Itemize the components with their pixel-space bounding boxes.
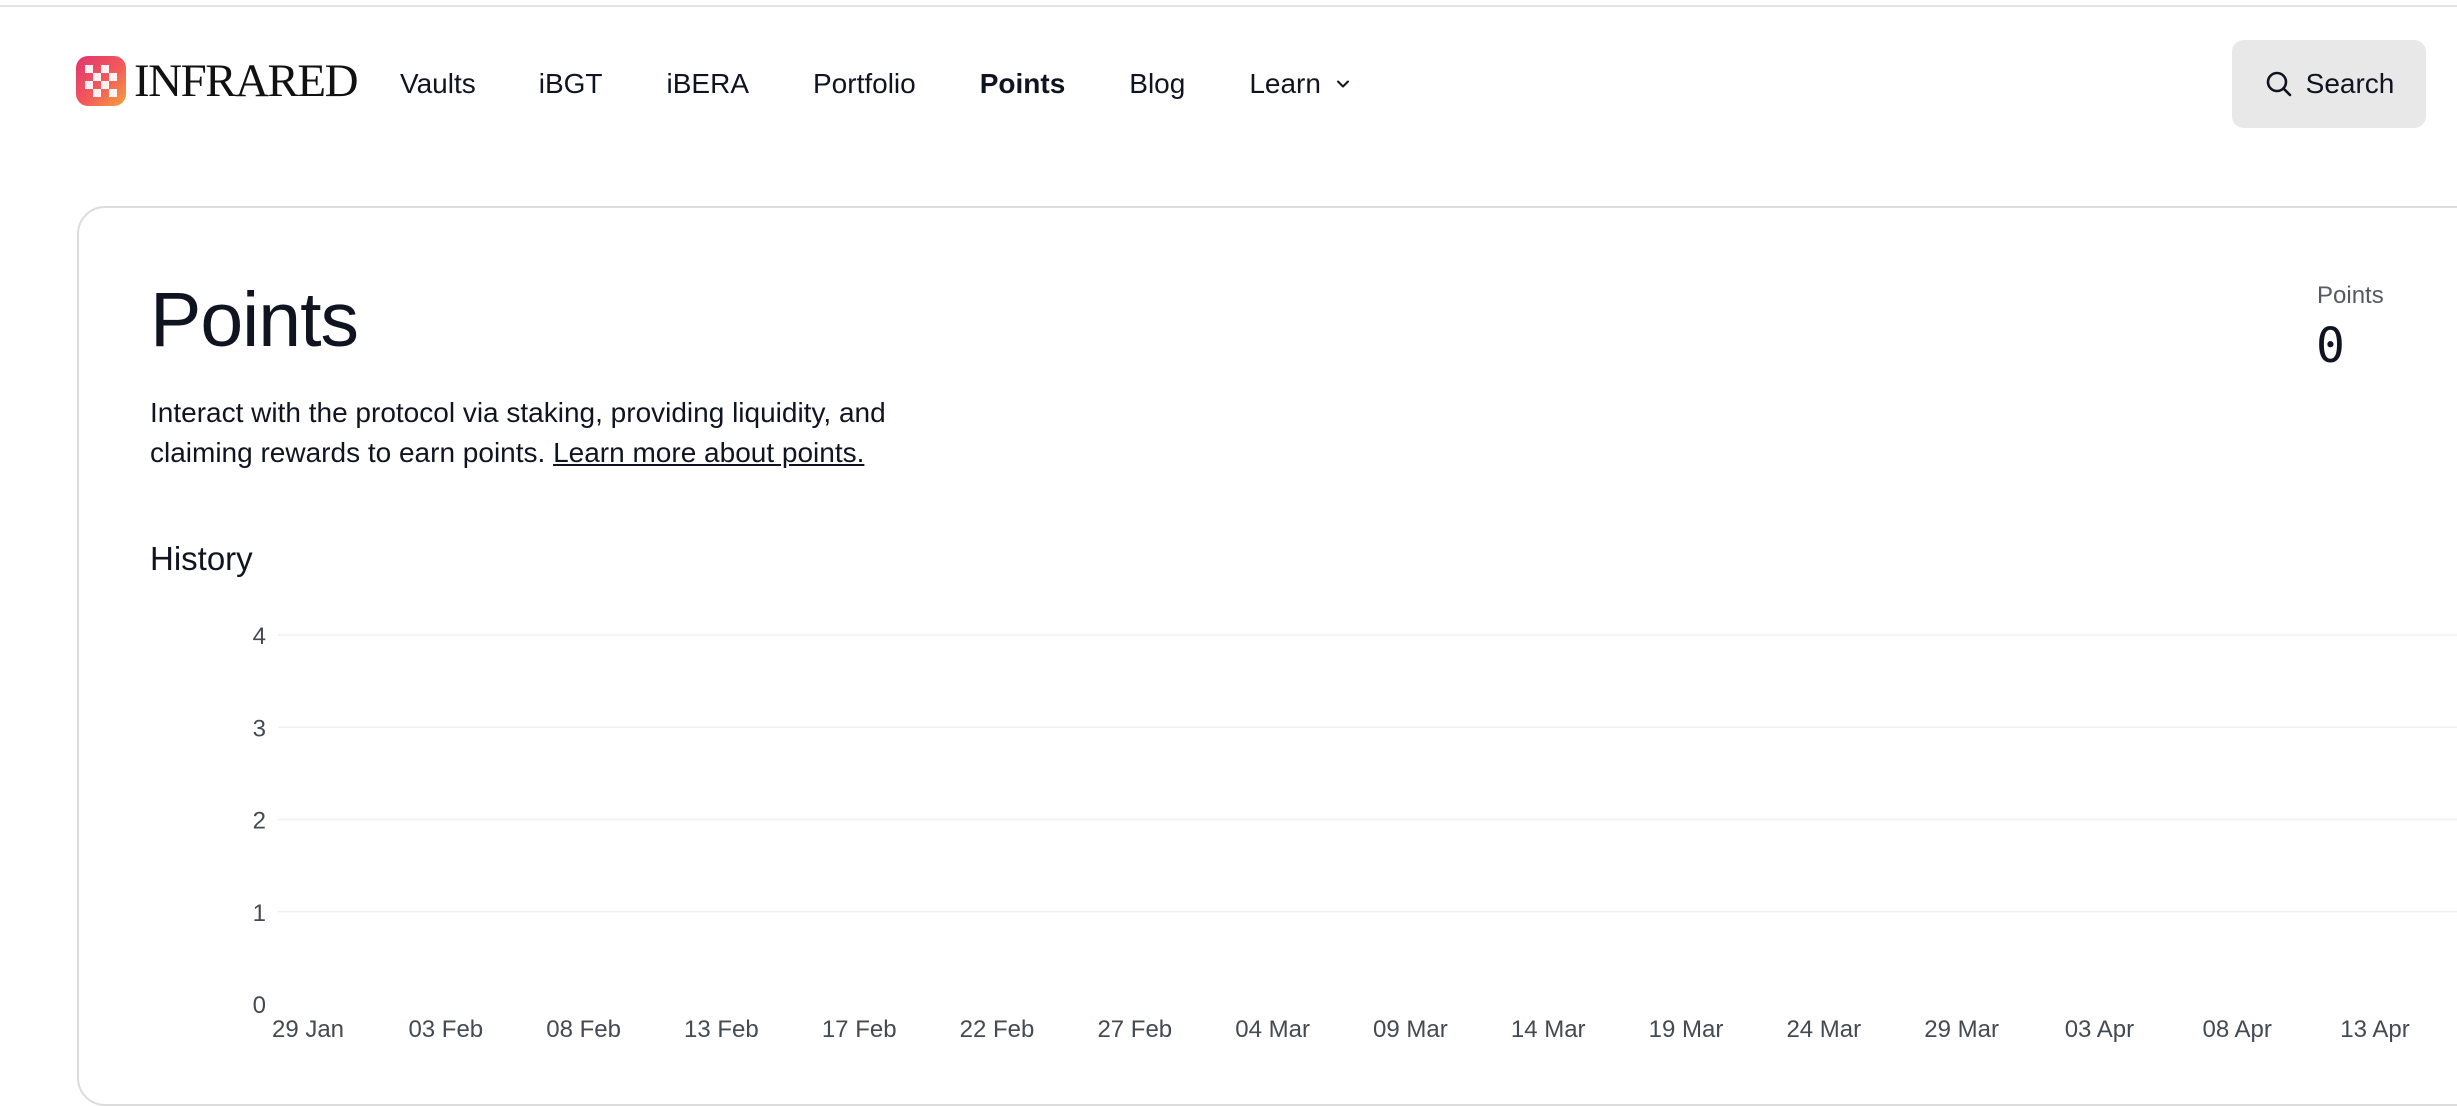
history-chart: 0 1 2 3 4 29 Jan 03 Feb 08 Feb 13 Feb 17 Feb 22 F… — [253, 623, 2457, 1043]
points-stat-label: Points — [2317, 282, 2384, 309]
nav-item-ibgt[interactable]: iBGT — [539, 62, 603, 106]
y-tick-label: 3 — [253, 715, 266, 742]
nav-item-ibera[interactable]: iBERA — [667, 62, 749, 106]
nav-item-blog[interactable]: Blog — [1129, 62, 1185, 106]
brand-logo[interactable]: INFRARED — [76, 55, 359, 107]
infrared-logo-icon — [76, 56, 126, 106]
x-tick-label: 29 Mar — [1924, 1016, 1999, 1043]
x-tick-label: 13 Apr — [2340, 1016, 2409, 1043]
learn-more-link[interactable]: Learn more about points. — [553, 437, 864, 468]
nav-item-vaults[interactable]: Vaults — [400, 62, 476, 106]
nav-item-points[interactable]: Points — [980, 62, 1066, 106]
x-tick-label: 29 Jan — [272, 1016, 344, 1043]
x-tick-label: 03 Feb — [408, 1016, 483, 1043]
top-divider — [0, 0, 2457, 7]
x-tick-label: 14 Mar — [1511, 1016, 1586, 1043]
chevron-down-icon — [1336, 80, 1349, 88]
main-nav: Vaults iBGT iBERA Portfolio Points Blog … — [400, 62, 1353, 106]
nav-item-portfolio[interactable]: Portfolio — [813, 62, 916, 106]
page-description: Interact with the protocol via staking, … — [150, 393, 950, 473]
chart-gridlines — [278, 634, 2457, 913]
y-tick-label: 0 — [253, 992, 266, 1019]
x-tick-label: 03 Apr — [2065, 1016, 2134, 1043]
x-tick-label: 13 Feb — [684, 1016, 759, 1043]
nav-item-learn[interactable]: Learn — [1249, 62, 1353, 106]
points-stat-value: 0 — [2316, 318, 2345, 374]
search-button[interactable]: Search — [2232, 40, 2426, 128]
x-tick-label: 27 Feb — [1097, 1016, 1172, 1043]
y-tick-label: 1 — [253, 900, 266, 927]
x-tick-label: 17 Feb — [822, 1016, 897, 1043]
x-tick-label: 09 Mar — [1373, 1016, 1448, 1043]
nav-item-learn-label: Learn — [1249, 68, 1321, 99]
x-tick-label: 08 Apr — [2203, 1016, 2272, 1043]
x-tick-label: 22 Feb — [960, 1016, 1035, 1043]
search-button-label: Search — [2305, 68, 2395, 99]
x-tick-label: 24 Mar — [1786, 1016, 1861, 1043]
x-tick-label: 08 Feb — [546, 1016, 621, 1043]
x-tick-label: 04 Mar — [1235, 1016, 1310, 1043]
y-tick-label: 2 — [253, 808, 266, 835]
search-icon — [2266, 71, 2291, 97]
x-tick-label: 19 Mar — [1649, 1016, 1724, 1043]
page-title: Points — [150, 277, 359, 363]
y-axis-ticks: 0 1 2 3 4 — [253, 623, 266, 1019]
history-title: History — [150, 540, 253, 577]
x-axis-ticks: 29 Jan 03 Feb 08 Feb 13 Feb 17 Feb 22 Feb 27 F… — [272, 1016, 2410, 1043]
brand-wordmark: INFRARED — [134, 55, 359, 107]
y-tick-label: 4 — [253, 623, 266, 650]
